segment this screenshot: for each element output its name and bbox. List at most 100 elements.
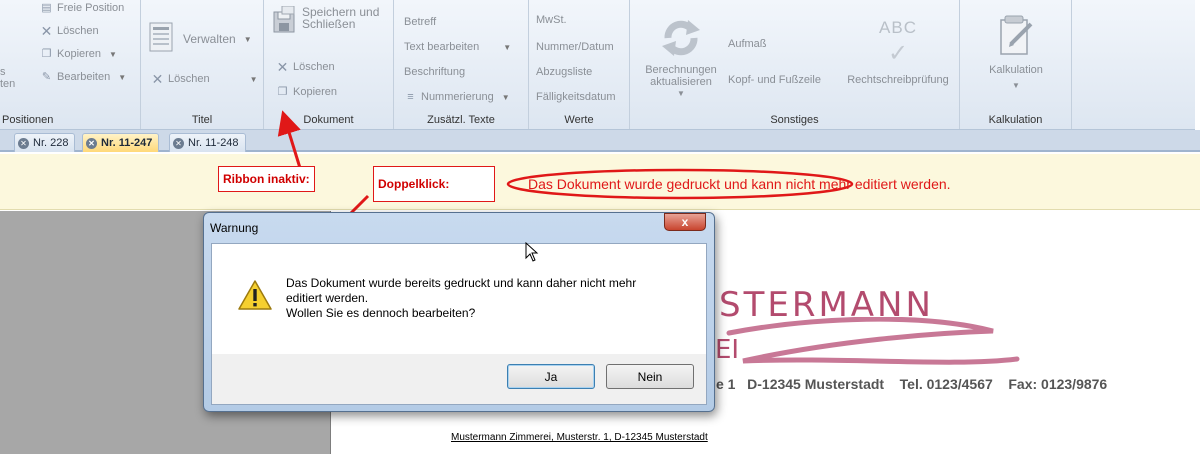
aufmass-label: Aufmaß [728, 38, 767, 50]
nummer-datum-label: Nummer/Datum [536, 41, 614, 53]
freie-position-label: Freie Position [57, 2, 125, 14]
document-lines-icon [149, 22, 173, 52]
ribbon-group-zusaetzl-texte: Betreff Text bearbeiten ▼ Beschriftung ≡… [394, 0, 529, 129]
group-label-zusaetzl-texte: Zusätzl. Texte [427, 114, 495, 126]
notepad-pen-icon [1000, 15, 1033, 55]
group-label-positionen: Positionen [2, 114, 54, 126]
titel-loeschen-button[interactable]: ✕ Löschen ▼ [151, 71, 258, 87]
document-tab-strip: ✕ Nr. 228 ✕ Nr. 11-247 ✕ Nr. 11-248 [0, 130, 1200, 152]
verwalten-button[interactable]: Verwalten ▼ [149, 22, 252, 56]
speichern-label-line2: Schließen [302, 17, 356, 31]
refresh-arrows-icon [662, 20, 700, 56]
group-label-titel: Titel [191, 114, 213, 126]
dokument-loeschen-button[interactable]: ✕ Löschen [276, 60, 335, 74]
group-label-kalkulation: Kalkulation [988, 114, 1043, 126]
faelligkeitsdatum-button[interactable]: Fälligkeitsdatum [536, 91, 615, 103]
tab-label: Nr. 11-248 [188, 137, 239, 149]
numbered-list-icon: ≡ [407, 91, 414, 103]
delete-x-icon: ✕ [40, 23, 53, 39]
mouse-cursor-icon [525, 242, 539, 262]
annotation-ribbon-inaktiv: Ribbon inaktiv: [218, 166, 315, 192]
warning-icon [238, 280, 272, 310]
save-disk-icon [273, 6, 295, 33]
speichern-schliessen-button[interactable]: Speichern und Schließen [272, 6, 379, 34]
ribbon-group-werte: MwSt. Nummer/Datum Abzugsliste Fälligkei… [529, 0, 630, 129]
chevron-down-icon: ▼ [109, 49, 117, 59]
info-bar: Das Dokument wurde gedruckt und kann nic… [0, 154, 1200, 210]
dialog-message-line2: editiert werden. [286, 291, 369, 305]
positionen-kopieren-button[interactable]: ❐ Kopieren ▼ [40, 48, 117, 60]
kopf-fusszeile-button[interactable]: Kopf- und Fußzeile [728, 74, 821, 86]
city: D-12345 Musterstadt [747, 376, 885, 392]
dialog-close-button[interactable]: x [664, 213, 706, 231]
betreff-button[interactable]: Betreff [404, 16, 436, 28]
mwst-button[interactable]: MwSt. [536, 14, 567, 26]
dialog-title: Warnung [210, 221, 259, 235]
ribbon-group-dokument: Speichern und Schließen ✕ Löschen ❐ Kopi… [264, 0, 394, 129]
positionen-loeschen-label: Löschen [57, 25, 99, 37]
positionen-bearbeiten-label: Bearbeiten [57, 71, 111, 83]
checkmark-icon: ✓ [887, 40, 909, 67]
abzugsliste-button[interactable]: Abzugsliste [536, 66, 592, 78]
dokument-kopieren-label: Kopieren [293, 86, 338, 98]
positionen-loeschen-button[interactable]: ✕ Löschen [40, 23, 99, 39]
dialog-message-area: Das Dokument wurde bereits gedruckt und … [212, 242, 706, 354]
warning-dialog: Warnung x Das Dokument wurde bereits ged… [203, 212, 715, 412]
company-subtitle-partial: EI [715, 335, 740, 365]
copy-icon: ❐ [277, 86, 288, 98]
text-bearbeiten-label: Text bearbeiten [404, 41, 480, 53]
telephone: Tel. 0123/4567 [899, 376, 993, 392]
titel-loeschen-label: Löschen [168, 73, 210, 85]
ribbon-group-kalkulation: Kalkulation ▼ Kalkulation [960, 0, 1072, 129]
dokument-loeschen-label: Löschen [293, 61, 335, 73]
kopf-fusszeile-label: Kopf- und Fußzeile [728, 74, 821, 86]
kalkulation-button-label: Kalkulation [989, 64, 1043, 76]
freie-position-button[interactable]: ▤ Freie Position [40, 2, 124, 14]
no-button[interactable]: Nein [606, 364, 694, 389]
berechnungen-aktualisieren-button[interactable]: Berechnungen aktualisieren ▼ [638, 18, 724, 100]
sender-address-line: Mustermann Zimmerei, Musterstr. 1, D-123… [451, 432, 708, 443]
tab-nr-11-247[interactable]: ✕ Nr. 11-247 [82, 133, 160, 152]
copy-icon: ❐ [41, 48, 52, 60]
info-bar-message: Das Dokument wurde gedruckt und kann nic… [528, 176, 951, 192]
delete-x-icon: ✕ [151, 71, 164, 87]
nummer-datum-button[interactable]: Nummer/Datum [536, 41, 614, 53]
beschriftung-label: Beschriftung [404, 66, 466, 78]
dialog-message-line1: Das Dokument wurde bereits gedruckt und … [286, 276, 637, 290]
aufmass-button[interactable]: Aufmaß [728, 38, 767, 50]
yes-button[interactable]: Ja [507, 364, 595, 389]
group-label-dokument: Dokument [303, 114, 354, 126]
tab-nr-228[interactable]: ✕ Nr. 228 [14, 133, 76, 152]
dialog-message: Das Dokument wurde bereits gedruckt und … [286, 276, 636, 321]
chevron-down-icon: ▼ [501, 92, 510, 102]
kalkulation-button[interactable]: Kalkulation ▼ [970, 14, 1062, 92]
verwalten-label: Verwalten [183, 32, 236, 46]
street-partial: e 1 [716, 376, 736, 392]
text-bearbeiten-button[interactable]: Text bearbeiten ▼ [404, 41, 511, 53]
positionen-bearbeiten-button[interactable]: ✎ Bearbeiten ▼ [40, 71, 126, 83]
yes-button-label: Ja [544, 369, 558, 384]
rechtschreibpruefung-button[interactable]: ABC ✓ Rechtschreibprüfung [838, 19, 958, 86]
close-icon[interactable]: ✕ [18, 137, 29, 149]
edge-text-top: s [0, 66, 6, 78]
beschriftung-button[interactable]: Beschriftung [404, 66, 465, 78]
close-icon[interactable]: ✕ [173, 137, 184, 149]
nummerierung-button[interactable]: ≡ Nummerierung ▼ [404, 91, 510, 103]
berechnungen-label-line2: aktualisieren [650, 76, 712, 88]
dokument-kopieren-button[interactable]: ❐ Kopieren [276, 86, 337, 98]
ribbon-group-titel: Verwalten ▼ ✕ Löschen ▼ Titel [141, 0, 264, 129]
chevron-down-icon: ▼ [1012, 81, 1020, 90]
freie-position-icon: ▤ [41, 2, 52, 14]
no-button-label: Nein [637, 369, 663, 384]
close-icon[interactable]: ✕ [86, 137, 97, 149]
tab-label: Nr. 228 [33, 137, 69, 149]
nummerierung-label: Nummerierung [421, 91, 494, 103]
positionen-kopieren-label: Kopieren [57, 48, 102, 60]
berechnungen-label-line1: Berechnungen [645, 64, 717, 76]
chevron-down-icon: ▼ [249, 74, 258, 84]
betreff-label: Betreff [404, 16, 437, 28]
dialog-client-area: Das Dokument wurde bereits gedruckt und … [211, 242, 707, 405]
group-label-sonstiges: Sonstiges [770, 114, 819, 126]
close-icon: x [681, 215, 689, 229]
tab-nr-11-248[interactable]: ✕ Nr. 11-248 [169, 133, 246, 152]
